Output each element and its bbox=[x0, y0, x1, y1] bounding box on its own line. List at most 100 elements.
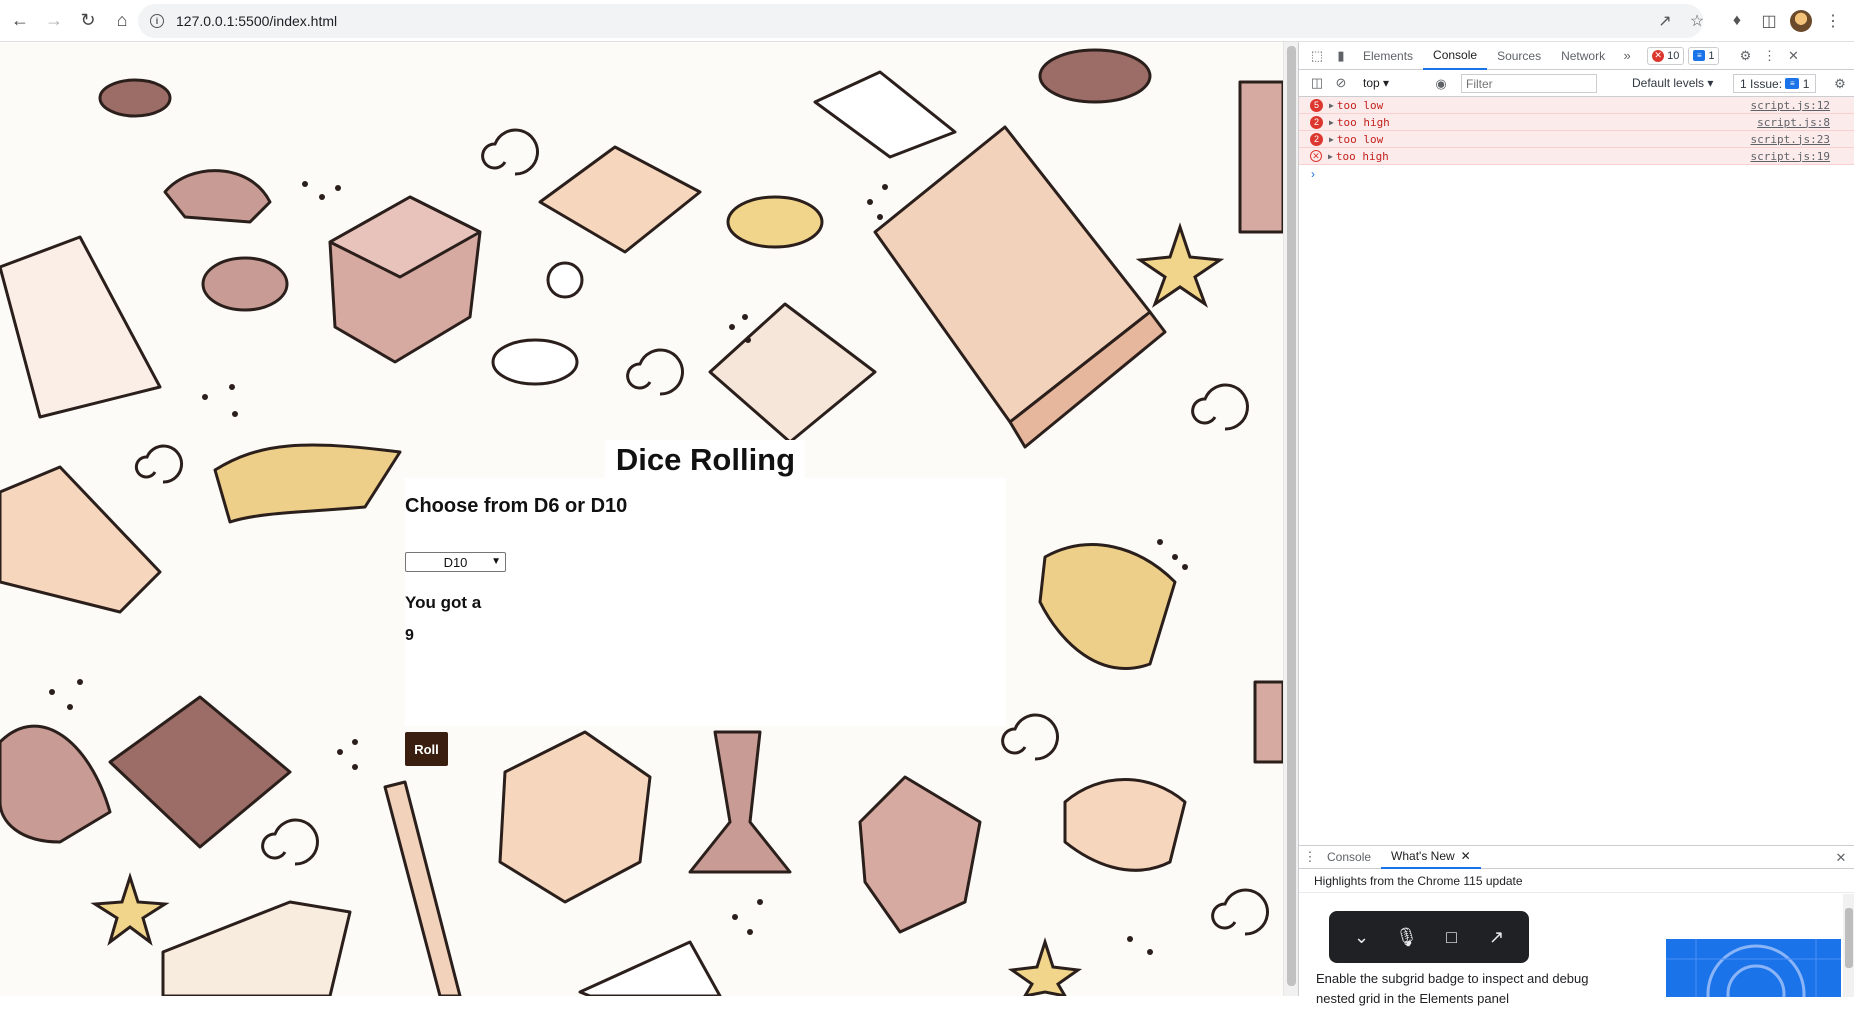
expand-arrow-icon[interactable]: ▶ bbox=[1329, 135, 1334, 144]
page-scrollbar-thumb[interactable] bbox=[1287, 46, 1296, 986]
message-count-badge[interactable]: ≡ 1 bbox=[1688, 46, 1720, 65]
result-value: 9 bbox=[405, 627, 414, 644]
context-select[interactable]: top ▾ bbox=[1363, 76, 1389, 90]
share-screen-icon[interactable]: ↗ bbox=[1480, 920, 1514, 954]
back-icon[interactable]: ← bbox=[3, 4, 37, 38]
clear-console-icon[interactable]: ⊘ bbox=[1329, 71, 1353, 95]
drawer-scrollbar-thumb[interactable] bbox=[1845, 908, 1853, 968]
forward-icon[interactable]: → bbox=[37, 4, 71, 38]
settings-gear-icon[interactable]: ⚙ bbox=[1733, 44, 1757, 68]
whats-new-heading: Highlights from the Chrome 115 update bbox=[1299, 869, 1854, 893]
tab-console[interactable]: Console bbox=[1423, 42, 1488, 70]
sidebar-toggle-icon[interactable]: ◫ bbox=[1305, 71, 1329, 95]
collapse-chevron-icon[interactable]: ⌄ bbox=[1345, 920, 1379, 954]
context-value: top bbox=[1363, 76, 1380, 90]
issue-icon: ≡ bbox=[1785, 78, 1800, 89]
clover-tile bbox=[708, 302, 877, 444]
log-levels-label: Default levels bbox=[1632, 76, 1705, 90]
profile-avatar[interactable] bbox=[1786, 6, 1816, 36]
close-tab-icon[interactable]: ✕ bbox=[1461, 849, 1471, 863]
share-icon[interactable]: ↗ bbox=[1650, 6, 1680, 36]
log-repeat-count: 5 bbox=[1310, 98, 1323, 112]
console-log-row[interactable]: 5 ▶ too low script.js:12 bbox=[1299, 97, 1854, 114]
close-drawer-icon[interactable]: ✕ bbox=[1829, 846, 1853, 870]
log-repeat-count: 2 bbox=[1310, 132, 1323, 146]
close-devtools-icon[interactable]: ✕ bbox=[1781, 44, 1805, 68]
drawer-tab-whats-new[interactable]: What's New ✕ bbox=[1381, 846, 1481, 869]
chrome-menu-icon[interactable]: ⋮ bbox=[1818, 6, 1848, 36]
expand-arrow-icon[interactable]: ▶ bbox=[1329, 118, 1334, 127]
log-message: too high bbox=[1335, 149, 1389, 163]
side-panel-icon[interactable]: ◫ bbox=[1754, 6, 1784, 36]
console-log-row[interactable]: 2 ▶ too high script.js:8 bbox=[1299, 114, 1854, 131]
error-count-badge[interactable]: ✕ 10 bbox=[1647, 46, 1685, 65]
device-toolbar-icon[interactable]: ▮ bbox=[1329, 44, 1353, 68]
devtools-menu-icon[interactable]: ⋮ bbox=[1757, 44, 1781, 68]
log-source-link[interactable]: script.js:12 bbox=[1751, 99, 1830, 112]
whats-new-promo-text: Enable the subgrid badge to inspect and … bbox=[1316, 971, 1589, 1006]
site-info-icon[interactable]: i bbox=[150, 14, 164, 28]
log-source-link[interactable]: script.js:23 bbox=[1751, 133, 1830, 146]
tab-sources[interactable]: Sources bbox=[1487, 42, 1551, 70]
bookmark-star-icon[interactable]: ☆ bbox=[1682, 6, 1712, 36]
letter-tile-b bbox=[538, 145, 702, 254]
chevron-down-icon: ▼ bbox=[491, 556, 501, 567]
devtools-panel: ⬚ ▮ Elements Console Sources Network » ✕… bbox=[1298, 42, 1854, 1006]
log-source-link[interactable]: script.js:8 bbox=[1757, 116, 1830, 129]
camera-off-icon[interactable]: □ bbox=[1435, 920, 1469, 954]
issues-count: 1 bbox=[1802, 76, 1810, 91]
console-filter-input[interactable] bbox=[1461, 74, 1597, 93]
address-bar[interactable]: i 127.0.0.1:5500/index.html bbox=[138, 4, 1703, 38]
more-tabs-icon[interactable]: » bbox=[1615, 44, 1639, 68]
drawer-scrollbar[interactable] bbox=[1843, 894, 1854, 997]
console-log-row[interactable]: 2 ▶ too low script.js:23 bbox=[1299, 131, 1854, 148]
domino-illustration bbox=[0, 465, 162, 614]
extensions-icon[interactable]: ♦ bbox=[1722, 6, 1752, 36]
page-scrollbar[interactable] bbox=[1283, 42, 1298, 996]
roll-button[interactable]: Roll bbox=[405, 732, 448, 766]
drawer-tab-bar: ⋮ Console What's New ✕ ✕ bbox=[1299, 846, 1854, 869]
letter-tile-n bbox=[108, 695, 292, 849]
home-icon[interactable]: ⌂ bbox=[105, 4, 139, 38]
tab-elements[interactable]: Elements bbox=[1353, 42, 1423, 70]
expand-arrow-icon[interactable]: ▶ bbox=[1329, 101, 1334, 110]
live-expression-eye-icon[interactable]: ◉ bbox=[1429, 72, 1453, 96]
issues-label: 1 Issue: bbox=[1740, 76, 1783, 91]
drawer-tab-console[interactable]: Console bbox=[1317, 846, 1381, 869]
chess-piece-illustration bbox=[688, 730, 792, 874]
message-count: 1 bbox=[1708, 49, 1715, 62]
console-log-list: 5 ▶ too low script.js:12 2 ▶ too high sc… bbox=[1299, 97, 1854, 183]
pencil-illustration bbox=[383, 780, 462, 996]
chessboard-illustration bbox=[873, 125, 1167, 449]
error-count: 10 bbox=[1667, 49, 1680, 62]
log-source-link[interactable]: script.js:19 bbox=[1751, 150, 1830, 163]
reload-icon[interactable]: ↻ bbox=[71, 4, 105, 38]
dice-app: Dice Rolling Choose from D6 or D10 D10 ▼… bbox=[405, 440, 1006, 726]
dice-choice-heading: Choose from D6 or D10 bbox=[405, 495, 628, 517]
log-message: too low bbox=[1336, 98, 1384, 112]
error-icon: ✕ bbox=[1310, 150, 1322, 162]
error-icon: ✕ bbox=[1652, 49, 1665, 62]
mic-off-icon[interactable]: 🎙 bbox=[1390, 920, 1424, 954]
whats-new-promo-image bbox=[1666, 939, 1841, 997]
result-label: You got a bbox=[405, 593, 482, 612]
d8-illustration bbox=[858, 775, 982, 934]
coin-illustration bbox=[726, 195, 824, 249]
puzzle-piece-illustration bbox=[213, 443, 402, 524]
console-prompt[interactable]: › bbox=[1299, 165, 1854, 183]
console-settings-gear-icon[interactable]: ⚙ bbox=[1828, 72, 1852, 96]
page-viewport: Dice Rolling Choose from D6 or D10 D10 ▼… bbox=[0, 42, 1283, 996]
console-log-row[interactable]: ✕ ▶ too high script.js:19 bbox=[1299, 148, 1854, 165]
tab-network[interactable]: Network bbox=[1551, 42, 1615, 70]
drawer-menu-icon[interactable]: ⋮ bbox=[1303, 845, 1317, 869]
dice-type-select[interactable]: D10 ▼ bbox=[405, 552, 506, 572]
issues-badge[interactable]: 1 Issue: ≡ 1 bbox=[1733, 74, 1817, 93]
devtools-tab-bar: ⬚ ▮ Elements Console Sources Network » ✕… bbox=[1299, 42, 1854, 70]
card-heart-illustration bbox=[0, 235, 162, 419]
log-levels-dropdown[interactable]: Default levels ▾ bbox=[1632, 76, 1713, 90]
console-toolbar: ◫ ⊘ top ▾ ◉ Default levels ▾ 1 Issue: ≡ … bbox=[1299, 70, 1854, 97]
message-icon: ≡ bbox=[1693, 50, 1706, 61]
inspect-element-icon[interactable]: ⬚ bbox=[1305, 44, 1329, 68]
log-repeat-count: 2 bbox=[1310, 115, 1323, 129]
expand-arrow-icon[interactable]: ▶ bbox=[1328, 152, 1333, 161]
